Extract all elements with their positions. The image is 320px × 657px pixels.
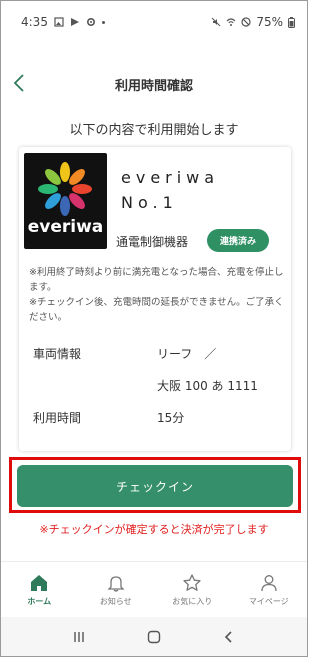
status-right: 75%: [211, 15, 295, 29]
vehicle-model: リーフ ／: [157, 347, 217, 361]
battery-icon: [288, 16, 295, 28]
phone-frame: 4:35 75% 利用時間確認 以下の内容で利用開始します everiwa ev…: [0, 0, 308, 657]
dot-indicator: [101, 20, 105, 24]
home-icon: [31, 574, 48, 591]
device-name: everiwa No.1: [121, 165, 219, 215]
device-card: everiwa everiwa No.1 通電制御機器 連携済み ※利用終了時刻…: [19, 147, 291, 451]
duration-value: 15分: [157, 411, 185, 425]
nav-mypage-label: マイページ: [248, 596, 289, 606]
settings-status-icon: [86, 17, 95, 27]
app-header: 利用時間確認: [1, 63, 307, 103]
vehicle-info-label: 車両情報: [33, 347, 82, 361]
logo-text: everiwa: [27, 217, 104, 237]
home-button-icon[interactable]: [147, 630, 161, 644]
nav-favorites-label: お気に入り: [172, 596, 213, 606]
page-title: 利用時間確認: [114, 79, 193, 94]
image-icon: [54, 17, 64, 27]
note-no-extension: ※チェックイン後、充電時間の延長ができません。ご了承ください。: [29, 297, 284, 323]
bell-icon: [107, 575, 125, 592]
recents-icon[interactable]: [72, 630, 86, 644]
checkin-button[interactable]: チェックイン: [17, 465, 293, 507]
system-back-icon[interactable]: [222, 630, 236, 644]
flower-logo-icon: [38, 162, 92, 216]
mute-icon: [211, 17, 221, 27]
device-type: 通電制御機器: [116, 235, 189, 249]
wifi-icon: [226, 18, 236, 26]
status-left: 4:35: [21, 15, 105, 29]
device-name-line-2: No.1: [121, 193, 178, 212]
nav-mypage[interactable]: マイページ: [231, 562, 308, 617]
duration-label: 利用時間: [33, 411, 82, 425]
page-subtitle: 以下の内容で利用開始します: [69, 123, 239, 138]
vehicle-plate: 大阪 100 あ 1111: [157, 379, 258, 393]
nav-notifications[interactable]: お知らせ: [78, 562, 155, 617]
everiwa-logo: everiwa: [24, 153, 107, 249]
battery-percent: 75%: [256, 15, 283, 29]
play-store-icon: [70, 18, 79, 26]
system-navigation: [1, 617, 307, 656]
nav-home-label: ホーム: [27, 596, 52, 606]
device-name-line-1: everiwa: [121, 168, 220, 187]
linked-badge: 連携済み: [207, 229, 269, 252]
bottom-navigation: ホーム お知らせ お気に入り マイページ: [1, 561, 307, 617]
note-full-charge: ※利用終了時刻より前に満充電となった場合、充電を停止します。: [29, 267, 284, 293]
nav-favorites[interactable]: お気に入り: [154, 562, 231, 617]
do-not-disturb-icon: [241, 17, 251, 27]
nav-home[interactable]: ホーム: [1, 562, 78, 617]
notes: ※利用終了時刻より前に満充電となった場合、充電を停止します。 ※チェックイン後、…: [29, 265, 287, 325]
status-bar: 4:35 75%: [1, 1, 307, 43]
checkin-warning: ※チェックインが確定すると決済が完了します: [39, 523, 269, 536]
star-icon: [183, 573, 201, 591]
person-icon: [261, 574, 277, 591]
nav-notifications-label: お知らせ: [99, 596, 132, 606]
status-time: 4:35: [21, 15, 48, 29]
